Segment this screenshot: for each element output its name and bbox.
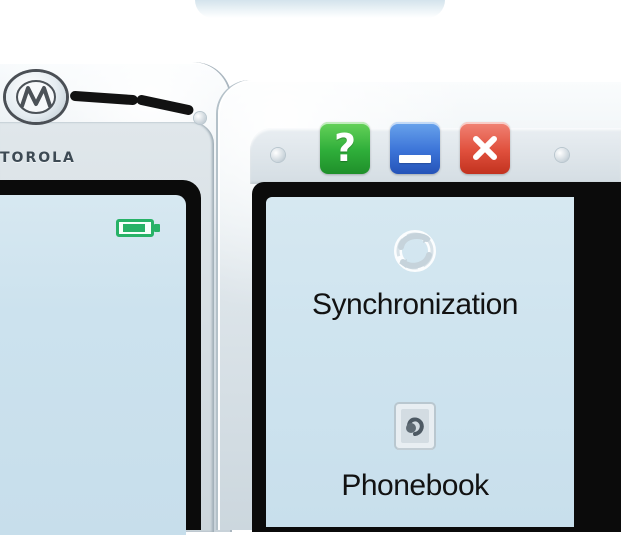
right-bezel-screw-left xyxy=(271,148,285,162)
phonebook-icon xyxy=(387,397,443,455)
help-button[interactable]: ? xyxy=(320,122,370,174)
earpiece xyxy=(66,90,196,120)
left-phone-screen xyxy=(0,195,186,535)
help-icon: ? xyxy=(333,126,357,170)
sync-icon xyxy=(385,227,445,275)
phonebook-item[interactable]: Phonebook xyxy=(280,397,550,503)
motorola-logo-icon xyxy=(16,80,56,114)
phonebook-label: Phonebook xyxy=(341,469,489,502)
minimize-icon xyxy=(390,122,440,174)
battery-icon xyxy=(116,219,162,239)
right-bezel-screw-right xyxy=(555,148,569,162)
motorola-logo xyxy=(6,72,66,122)
close-button[interactable] xyxy=(460,122,510,174)
top-highlight xyxy=(195,0,445,18)
brand-wordmark: TOROLA xyxy=(0,150,76,166)
minimize-button[interactable] xyxy=(390,122,440,174)
synchronization-item[interactable]: Synchronization xyxy=(280,227,550,322)
close-icon xyxy=(460,122,510,174)
left-bezel-screw xyxy=(194,112,206,124)
synchronization-label: Synchronization xyxy=(312,288,518,321)
